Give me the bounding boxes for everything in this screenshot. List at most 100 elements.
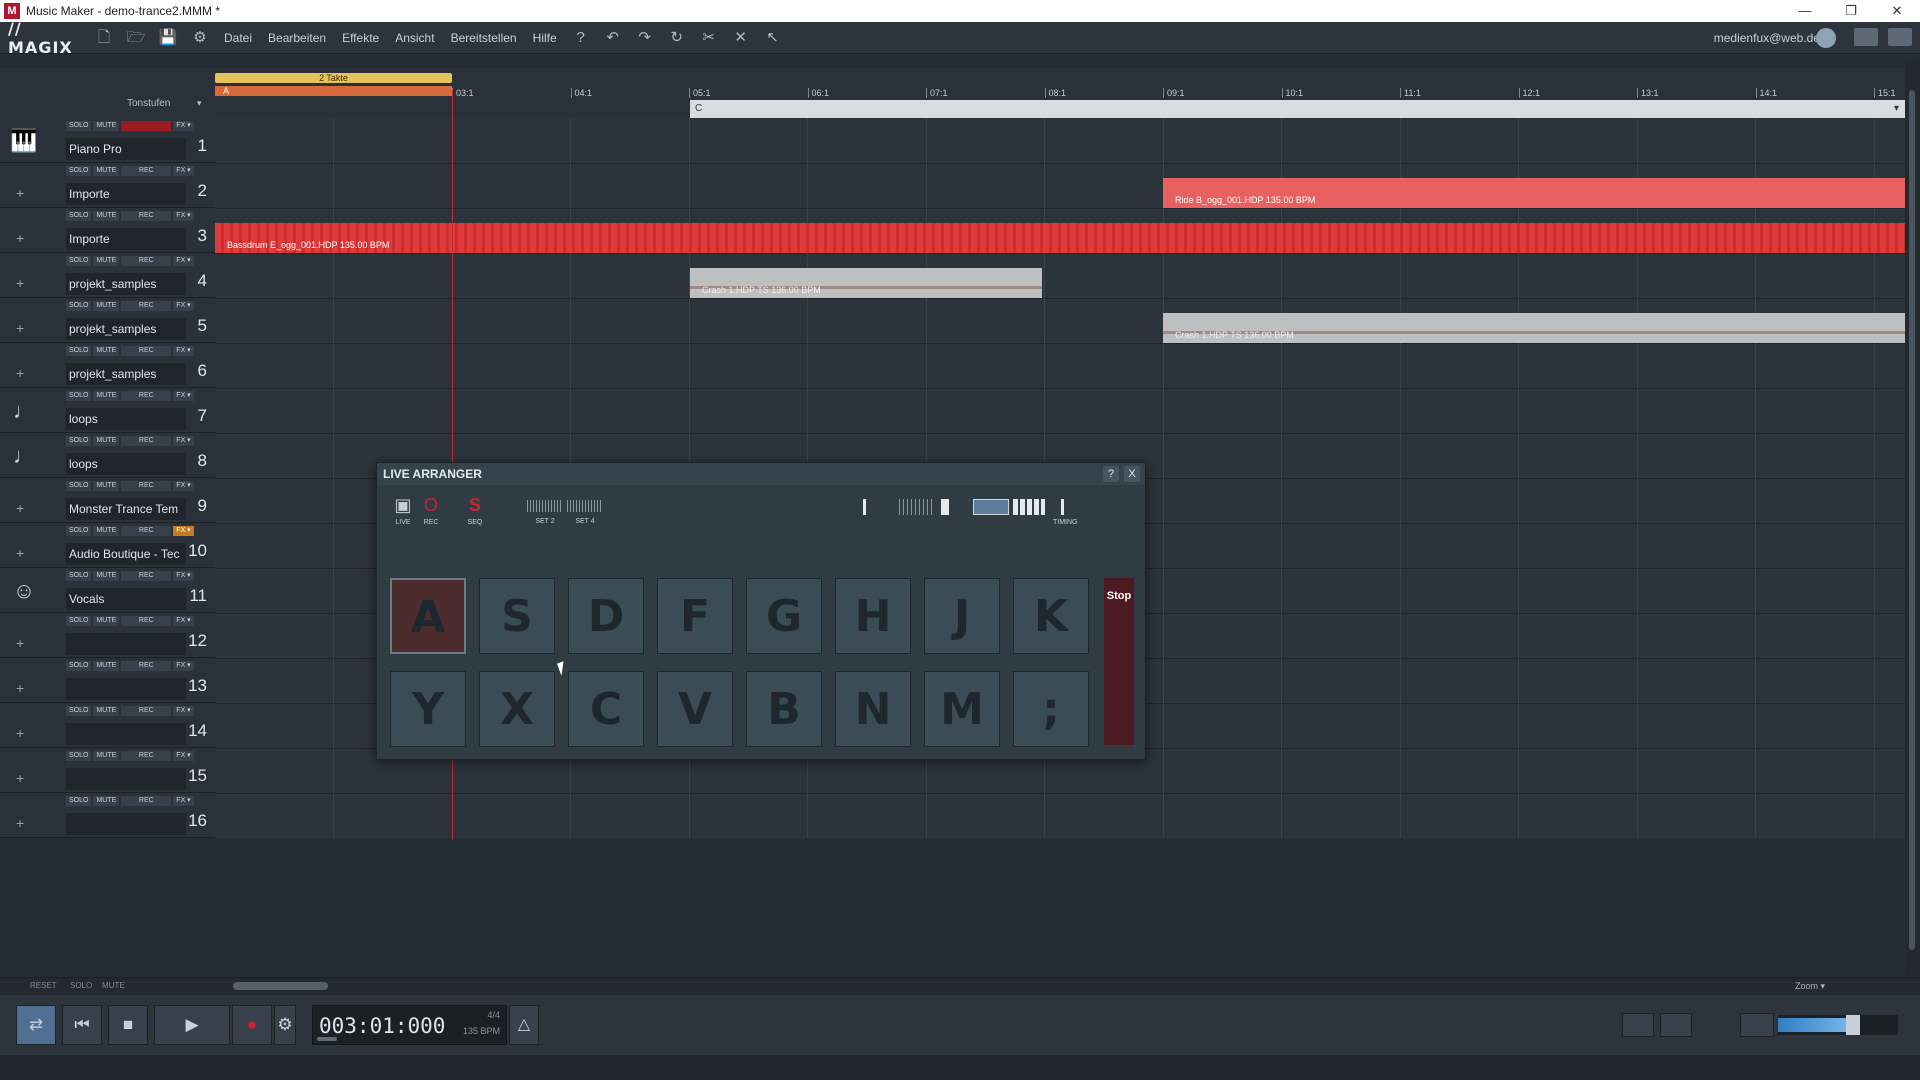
- track-header[interactable]: + SOLO MUTE REC FX ▾ Monster Trance Tem 9: [0, 478, 215, 523]
- mode-rec[interactable]: O REC: [417, 494, 445, 526]
- save-icon[interactable]: 💾: [157, 27, 179, 49]
- vocals-icon[interactable]: ☺: [4, 574, 44, 608]
- mute-button[interactable]: MUTE: [93, 616, 120, 626]
- mute-button[interactable]: MUTE: [93, 166, 120, 176]
- horizontal-scrollbar[interactable]: [233, 982, 328, 990]
- cut-icon[interactable]: ✂: [698, 27, 720, 49]
- vertical-scrollbar[interactable]: [1905, 60, 1920, 975]
- plus-icon[interactable]: +: [16, 635, 24, 651]
- speaker-icon[interactable]: [1740, 1013, 1774, 1037]
- clip-ride[interactable]: Ride B_ogg_001.HDP 135.00 BPM: [1163, 178, 1905, 208]
- fx-button[interactable]: FX ▾: [173, 481, 194, 491]
- volume-knob[interactable]: [1846, 1015, 1860, 1035]
- track-header[interactable]: + SOLO MUTE REC FX ▾ 16: [0, 793, 215, 838]
- rec-button[interactable]: REC: [121, 436, 172, 446]
- solo-button[interactable]: SOLO: [66, 211, 92, 221]
- reset-button[interactable]: RESET: [30, 981, 57, 990]
- track-name[interactable]: loops: [66, 408, 186, 430]
- fx-button[interactable]: FX ▾: [173, 301, 194, 311]
- menu-ansicht[interactable]: Ansicht: [395, 31, 434, 45]
- rec-button[interactable]: REC: [121, 661, 172, 671]
- arranger-key-b[interactable]: B: [746, 671, 822, 747]
- track-header[interactable]: 🎹 SOLO MUTE REC FX ▾ Piano Pro 1: [0, 118, 215, 163]
- plus-icon[interactable]: +: [16, 275, 24, 291]
- menu-bearbeiten[interactable]: Bearbeiten: [268, 31, 326, 45]
- layout-icon[interactable]: [1854, 27, 1878, 46]
- fx-button[interactable]: FX ▾: [173, 391, 194, 401]
- track-header[interactable]: + SOLO MUTE REC FX ▾ 12: [0, 613, 215, 658]
- solo-button[interactable]: SOLO: [66, 481, 92, 491]
- timing-option[interactable]: [899, 499, 933, 515]
- keyboard-icon[interactable]: [1660, 1013, 1692, 1037]
- solo-button[interactable]: SOLO: [66, 166, 92, 176]
- help-book-icon[interactable]: ?: [570, 27, 592, 49]
- dialog-header[interactable]: LIVE ARRANGER ? X: [377, 463, 1145, 485]
- fx-button[interactable]: FX ▾: [173, 571, 194, 581]
- track-name[interactable]: projekt_samples: [66, 363, 186, 385]
- arranger-key-a[interactable]: A: [390, 578, 466, 654]
- timing-option-selected[interactable]: [973, 499, 1009, 515]
- fx-button[interactable]: FX ▾: [173, 256, 194, 266]
- track-name[interactable]: projekt_samples: [66, 273, 186, 295]
- minimize-button[interactable]: —: [1782, 0, 1828, 22]
- track-name[interactable]: loops: [66, 453, 186, 475]
- track-name[interactable]: [66, 768, 186, 790]
- rec-button[interactable]: REC: [121, 256, 172, 266]
- mute-button[interactable]: MUTE: [93, 346, 120, 356]
- rec-button[interactable]: REC: [121, 121, 172, 131]
- mode-live[interactable]: ▣ LIVE: [389, 494, 417, 526]
- fx-button[interactable]: FX ▾: [173, 706, 194, 716]
- rewind-button[interactable]: ⏮: [62, 1005, 102, 1045]
- menu-effekte[interactable]: Effekte: [342, 31, 379, 45]
- plus-icon[interactable]: +: [16, 230, 24, 246]
- loop-range[interactable]: 2 Takte: [215, 73, 452, 83]
- solo-button[interactable]: SOLO: [66, 796, 92, 806]
- mute-button[interactable]: MUTE: [93, 436, 120, 446]
- mute-button[interactable]: MUTE: [93, 481, 120, 491]
- timing-option[interactable]: [863, 499, 866, 515]
- new-file-icon[interactable]: 🗋: [93, 27, 115, 49]
- arranger-key-n[interactable]: N: [835, 671, 911, 747]
- mute-button[interactable]: MUTE: [93, 211, 120, 221]
- arranger-key-m[interactable]: M: [924, 671, 1000, 747]
- track-name[interactable]: Audio Boutique - Tec: [66, 543, 186, 565]
- redo-icon[interactable]: ↷: [634, 27, 656, 49]
- position-slider[interactable]: [317, 1037, 337, 1041]
- rec-button[interactable]: REC: [121, 346, 172, 356]
- solo-button[interactable]: SOLO: [66, 661, 92, 671]
- track-header[interactable]: + SOLO MUTE REC FX ▾ projekt_samples 5: [0, 298, 215, 343]
- timing-option[interactable]: [1013, 499, 1045, 515]
- mute-button[interactable]: MUTE: [93, 751, 120, 761]
- solo-button[interactable]: SOLO: [66, 391, 92, 401]
- undo-icon[interactable]: ↶: [602, 27, 624, 49]
- solo-button[interactable]: SOLO: [66, 121, 92, 131]
- track-header[interactable]: + SOLO MUTE REC FX ▾ Importe 2: [0, 163, 215, 208]
- chord-track[interactable]: C ▾: [690, 100, 1905, 118]
- plus-icon[interactable]: +: [16, 185, 24, 201]
- rec-button[interactable]: REC: [121, 751, 172, 761]
- solo-button[interactable]: SOLO: [66, 526, 92, 536]
- mute-button[interactable]: MUTE: [93, 121, 120, 131]
- record-button[interactable]: ●: [232, 1005, 272, 1045]
- fx-button[interactable]: FX ▾: [173, 796, 194, 806]
- rec-button[interactable]: REC: [121, 481, 172, 491]
- rec-button[interactable]: REC: [121, 391, 172, 401]
- track-name[interactable]: Importe: [66, 228, 186, 250]
- track-name[interactable]: Importe: [66, 183, 186, 205]
- plus-icon[interactable]: +: [16, 500, 24, 516]
- fx-button[interactable]: FX ▾: [173, 121, 194, 131]
- mixer-icon[interactable]: [1622, 1013, 1654, 1037]
- rotate-icon[interactable]: ↻: [666, 27, 688, 49]
- arranger-key-c[interactable]: C: [568, 671, 644, 747]
- set-4[interactable]: SET 4: [567, 500, 603, 525]
- track-name[interactable]: Piano Pro: [66, 138, 186, 160]
- loop-button[interactable]: ⇄: [16, 1005, 56, 1045]
- note-icon[interactable]: ♩: [4, 439, 44, 473]
- maximize-button[interactable]: ❐: [1828, 0, 1874, 22]
- track-header[interactable]: + SOLO MUTE REC FX ▾ Importe 3: [0, 208, 215, 253]
- track-name[interactable]: [66, 723, 186, 745]
- timing-selector[interactable]: [863, 499, 1093, 515]
- fx-button[interactable]: FX ▾: [173, 166, 194, 176]
- track-name[interactable]: Vocals: [66, 588, 186, 610]
- solo-button[interactable]: SOLO: [66, 571, 92, 581]
